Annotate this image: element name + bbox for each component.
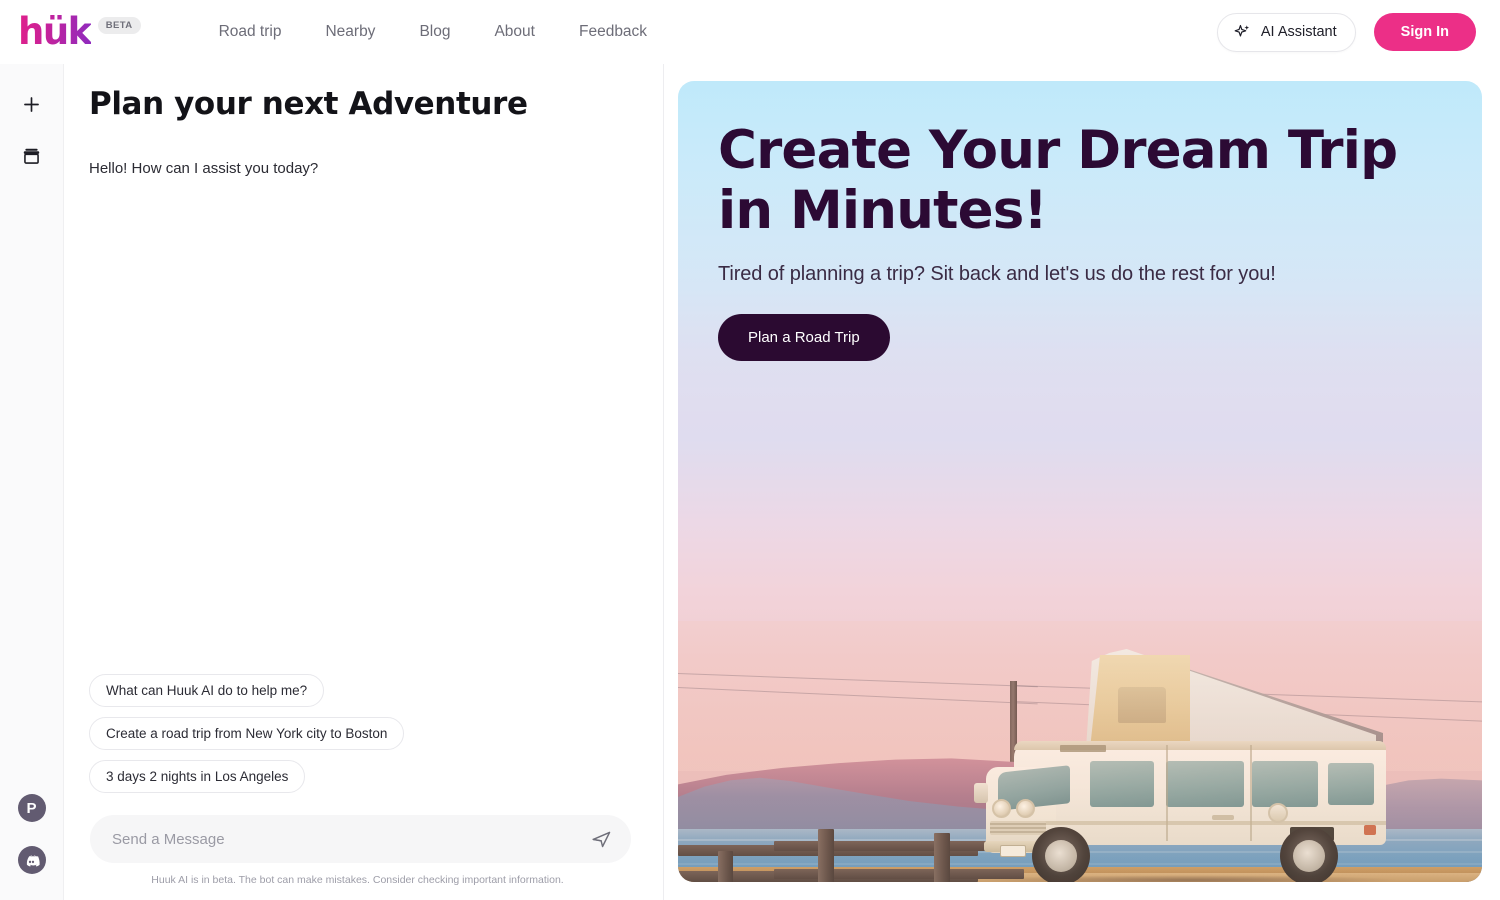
nav-links: Road trip Nearby Blog About Feedback (197, 17, 670, 47)
hero-promo-card: Create Your Dream Trip in Minutes! Tired… (678, 81, 1482, 882)
beta-disclaimer: Huuk AI is in beta. The bot can make mis… (151, 874, 564, 886)
fence-post (818, 829, 834, 882)
hero-text-block: Create Your Dream Trip in Minutes! Tired… (678, 81, 1482, 361)
send-icon (590, 828, 613, 851)
page-title: Plan your next Adventure (89, 86, 528, 122)
plan-road-trip-button[interactable]: Plan a Road Trip (718, 313, 890, 361)
product-hunt-link[interactable]: P (12, 788, 52, 828)
saved-trips-button[interactable] (12, 136, 52, 176)
nav-link-nearby[interactable]: Nearby (303, 17, 397, 47)
hero-heading: Create Your Dream Trip in Minutes! (718, 120, 1398, 241)
chat-panel: Plan your next Adventure Hello! How can … (64, 64, 664, 900)
message-composer: Huuk AI is in beta. The bot can make mis… (90, 815, 631, 900)
beta-badge: BETA (97, 16, 141, 34)
ai-assistant-button[interactable]: AI Assistant (1216, 12, 1356, 52)
nav-link-about[interactable]: About (472, 17, 557, 47)
suggestion-chips: What can Huuk AI do to help me? Create a… (89, 674, 663, 793)
sidebar-social-links: P (12, 788, 52, 900)
chat-message-area (64, 177, 663, 674)
archive-box-icon (21, 146, 42, 167)
sign-in-button[interactable]: Sign In (1373, 13, 1476, 51)
top-navigation-bar: hük BETA Road trip Nearby Blog About Fee… (0, 0, 1500, 64)
hero-subheading: Tired of planning a trip? Sit back and l… (718, 262, 1276, 285)
discord-link[interactable] (12, 840, 52, 880)
left-sidebar-rail: P (0, 64, 64, 900)
discord-icon (17, 846, 46, 874)
plus-icon (21, 94, 42, 115)
camper-van (950, 649, 1410, 882)
search-input[interactable] (112, 830, 582, 848)
nav-actions: AI Assistant Sign In (1216, 12, 1476, 52)
logo-wordmark: hük (18, 10, 92, 53)
nav-link-road-trip[interactable]: Road trip (197, 17, 304, 47)
ai-assistant-label: AI Assistant (1260, 24, 1337, 40)
suggestion-chip[interactable]: What can Huuk AI do to help me? (89, 674, 325, 707)
product-hunt-icon: P (17, 794, 46, 822)
fence-post (718, 851, 733, 882)
composer-field-wrapper (90, 815, 631, 863)
sparkle-icon (1233, 23, 1252, 42)
brand-logo[interactable]: hük BETA (18, 12, 141, 52)
suggestion-chip[interactable]: Create a road trip from New York city to… (89, 717, 405, 750)
assistant-greeting-message: Hello! How can I assist you today? (89, 160, 319, 177)
send-button[interactable] (582, 828, 613, 851)
new-chat-button[interactable] (12, 84, 52, 124)
nav-link-feedback[interactable]: Feedback (557, 17, 669, 47)
suggestion-chip[interactable]: 3 days 2 nights in Los Angeles (89, 760, 306, 793)
product-hunt-glyph: P (26, 799, 37, 817)
fence-post (934, 833, 950, 882)
nav-link-blog[interactable]: Blog (397, 17, 472, 47)
